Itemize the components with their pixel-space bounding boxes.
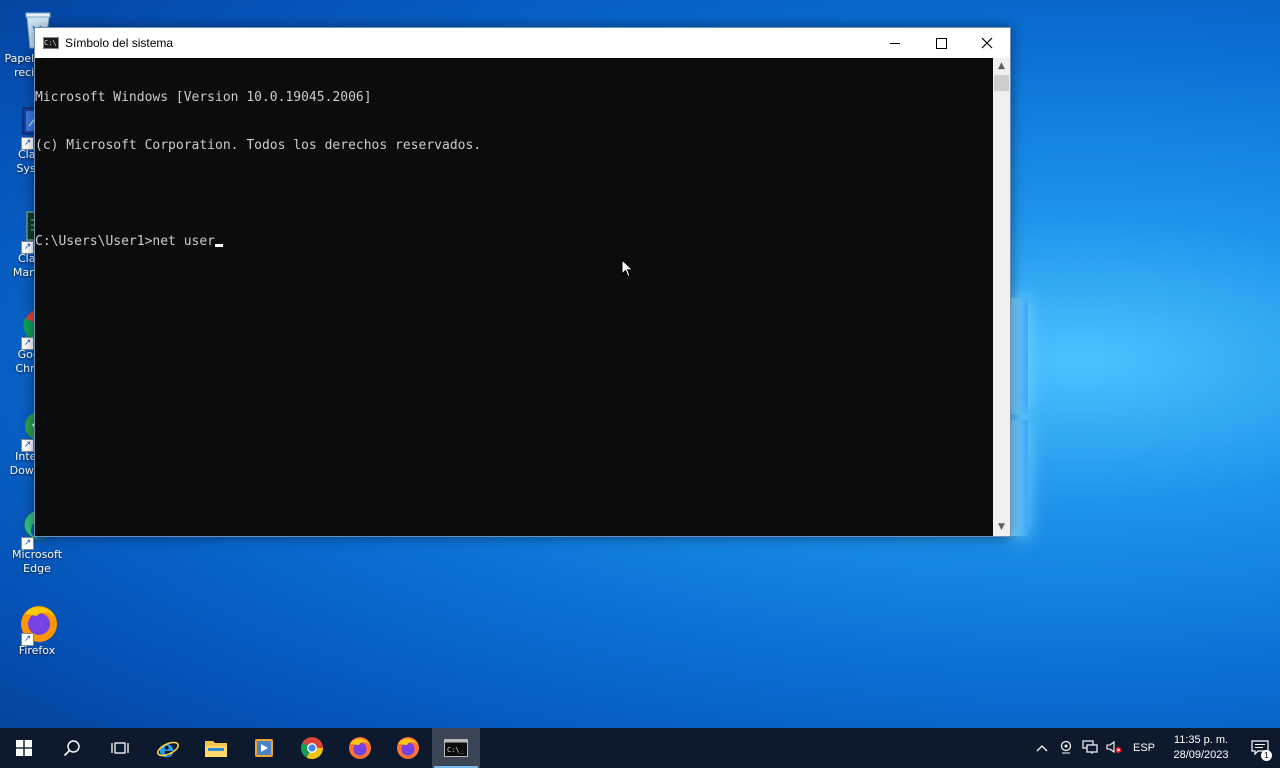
start-button[interactable] (0, 728, 48, 768)
taskbar-internet-explorer[interactable]: e (144, 728, 192, 768)
shortcut-arrow-icon: ↗ (21, 633, 34, 646)
internet-explorer-icon: e (157, 736, 179, 760)
file-explorer-icon (205, 741, 227, 757)
maximize-icon (935, 37, 947, 49)
maximize-button[interactable] (918, 28, 964, 58)
notification-count-badge: 1 (1261, 750, 1272, 761)
vertical-scrollbar[interactable]: ▲ ▼ (993, 58, 1010, 536)
taskbar-command-prompt[interactable]: C:\_ (432, 728, 480, 768)
clock-time: 11:35 p. m. (1173, 734, 1229, 746)
text-cursor (215, 244, 224, 247)
firefox-icon (349, 737, 371, 759)
task-view-button[interactable] (96, 728, 144, 768)
window-title: Símbolo del sistema (65, 36, 174, 50)
taskbar-firefox-2[interactable] (384, 728, 432, 768)
volume-muted-icon[interactable] (1102, 740, 1126, 757)
desktop-icon-label: Firefox (18, 644, 56, 657)
desktop-icon-label: Microsoft Edge (11, 548, 63, 575)
taskbar-file-explorer[interactable] (192, 728, 240, 768)
task-view-icon (111, 742, 129, 754)
clock-date: 28/09/2023 (1173, 749, 1229, 761)
window-titlebar[interactable]: C:\ Símbolo del sistema (35, 28, 1010, 58)
search-button[interactable] (48, 728, 96, 768)
console-prompt-line: C:\Users\User1>net user (35, 234, 993, 250)
system-tray: ESP 11:35 p. m. 28/09/2023 1 (1030, 728, 1280, 768)
console-output[interactable]: Microsoft Windows [Version 10.0.19045.20… (35, 58, 993, 536)
scroll-down-icon[interactable]: ▼ (993, 519, 1010, 536)
shortcut-arrow-icon: ↗ (21, 137, 34, 150)
webcam-icon[interactable] (1054, 740, 1078, 757)
command-prompt-window[interactable]: C:\ Símbolo del sistema Microsoft Window… (34, 27, 1011, 537)
cmd-icon: C:\ (43, 37, 59, 49)
scroll-thumb[interactable] (994, 75, 1009, 91)
scroll-up-icon[interactable]: ▲ (993, 58, 1010, 75)
svg-text:C:\_: C:\_ (447, 746, 465, 754)
clock[interactable]: 11:35 p. m. 28/09/2023 (1162, 733, 1240, 763)
shortcut-arrow-icon: ↗ (21, 337, 34, 350)
close-button[interactable] (964, 28, 1010, 58)
start-icon (16, 740, 32, 756)
shortcut-arrow-icon: ↗ (21, 241, 34, 254)
minimize-icon (890, 42, 900, 44)
show-hidden-icons-chevron-up-icon[interactable] (1030, 741, 1054, 755)
input-language-indicator[interactable]: ESP (1126, 742, 1162, 754)
close-icon (981, 37, 993, 49)
shortcut-arrow-icon: ↗ (21, 439, 34, 452)
minimize-button[interactable] (872, 28, 918, 58)
search-icon (63, 740, 80, 757)
taskbar-firefox[interactable] (336, 728, 384, 768)
taskbar: e C:\_ ESP 11:35 p. m. 28/09/2023 1 (0, 728, 1280, 768)
chrome-icon (301, 737, 323, 759)
cmd-icon: C:\_ (444, 739, 468, 757)
network-icon[interactable] (1078, 739, 1102, 757)
shortcut-arrow-icon: ↗ (21, 537, 34, 550)
desktop-icon-firefox[interactable]: ↗ Firefox (4, 600, 70, 658)
console-command: C:\Users\User1>net user (35, 234, 216, 249)
console-line: Microsoft Windows [Version 10.0.19045.20… (35, 90, 372, 105)
action-center-button[interactable]: 1 (1240, 728, 1280, 768)
media-player-icon (255, 739, 273, 757)
taskbar-chrome[interactable] (288, 728, 336, 768)
console-line: (c) Microsoft Corporation. Todos los der… (35, 138, 482, 153)
taskbar-media-player[interactable] (240, 728, 288, 768)
firefox-icon (397, 737, 419, 759)
firefox-icon: ↗ (15, 600, 59, 646)
windows-wallpaper-logo (1010, 298, 1030, 536)
